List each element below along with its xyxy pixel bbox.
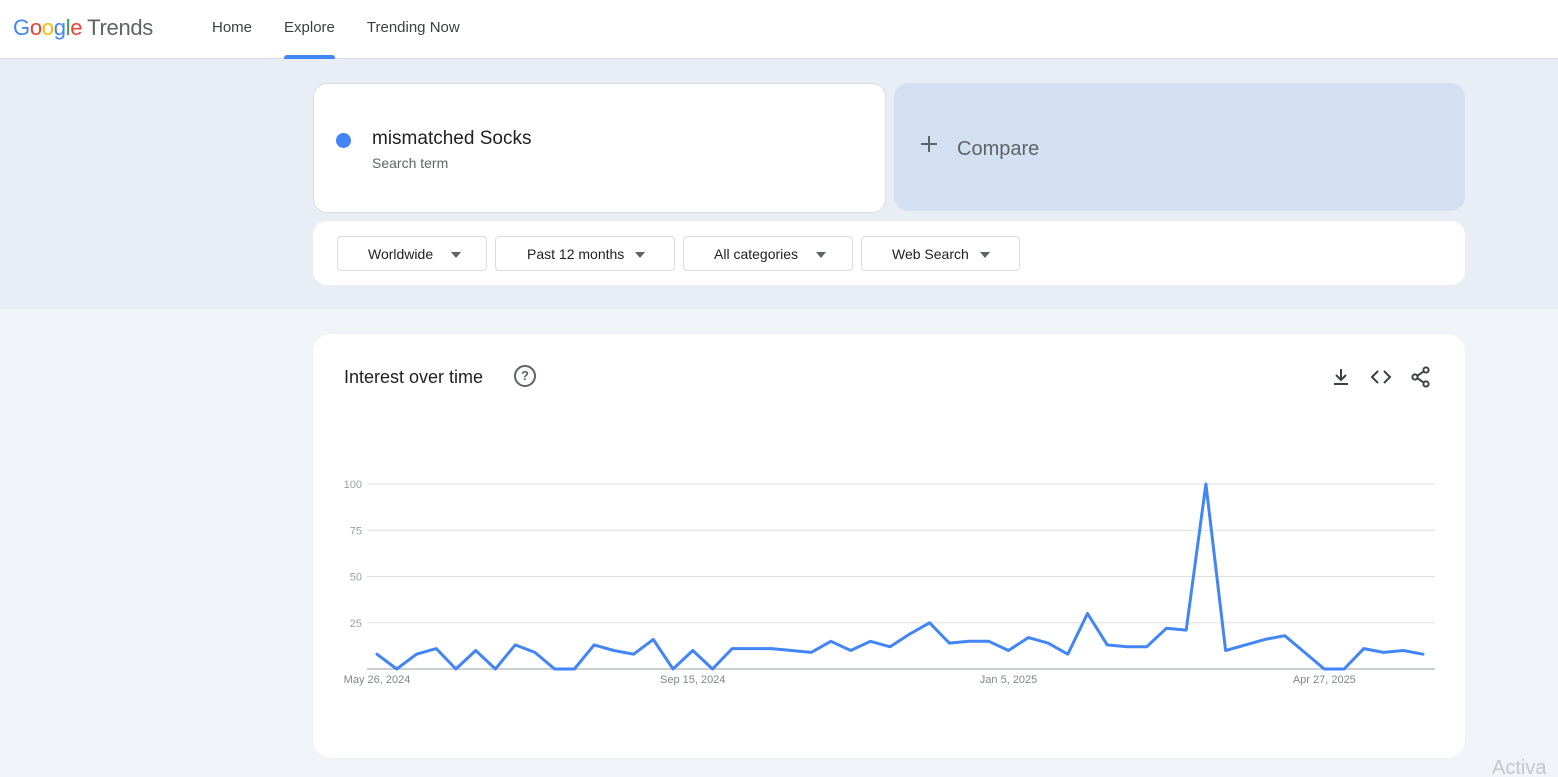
activation-watermark: Activa	[1492, 757, 1547, 777]
header: Google Trends Home Explore Trending Now	[0, 0, 1558, 59]
filter-time-range[interactable]: Past 12 months	[495, 236, 675, 271]
compare-button[interactable]: Compare	[894, 83, 1465, 211]
filter-bar: Worldwide Past 12 months All categories …	[313, 221, 1465, 285]
filter-search-type[interactable]: Web Search	[861, 236, 1020, 271]
filter-search-type-label: Web Search	[892, 246, 969, 262]
series-color-dot	[336, 133, 351, 148]
tab-trending-now[interactable]: Trending Now	[367, 0, 460, 59]
y-tick-label: 75	[350, 525, 362, 537]
filter-category-label: All categories	[714, 246, 799, 262]
caret-down-icon	[816, 252, 826, 258]
filter-category[interactable]: All categories	[683, 236, 853, 271]
y-tick-label: 25	[350, 618, 362, 630]
tab-explore[interactable]: Explore	[284, 0, 335, 59]
x-tick-label: Jan 5, 2025	[980, 674, 1037, 686]
main-nav: Home Explore Trending Now	[212, 0, 492, 59]
filter-time-range-label: Past 12 months	[527, 246, 625, 262]
google-trends-logo[interactable]: Google Trends	[13, 14, 153, 42]
interest-over-time-card: Interest over time ? 25 50 75 100 May 26, 20…	[313, 334, 1465, 758]
y-tick-label: 100	[344, 479, 362, 491]
tab-home[interactable]: Home	[212, 0, 252, 59]
filter-location[interactable]: Worldwide	[337, 236, 487, 271]
filter-location-label: Worldwide	[368, 246, 434, 262]
caret-down-icon	[635, 252, 645, 258]
caret-down-icon	[980, 252, 990, 258]
search-term-subtitle: Search term	[372, 155, 449, 171]
x-tick-label: May 26, 2024	[344, 674, 411, 686]
y-tick-label: 50	[350, 572, 362, 584]
search-term-text[interactable]: mismatched Socks	[372, 128, 531, 150]
plus-icon	[920, 135, 938, 153]
x-tick-label: Apr 27, 2025	[1293, 674, 1356, 686]
interest-line-chart: 25 50 75 100 May 26, 2024 Sep 15, 2024 Jan 5, …	[344, 479, 1435, 686]
compare-label: Compare	[957, 138, 1040, 160]
search-term-card[interactable]: mismatched Socks Search term	[313, 83, 886, 213]
caret-down-icon	[451, 252, 461, 258]
x-tick-label: Sep 15, 2024	[660, 674, 725, 686]
